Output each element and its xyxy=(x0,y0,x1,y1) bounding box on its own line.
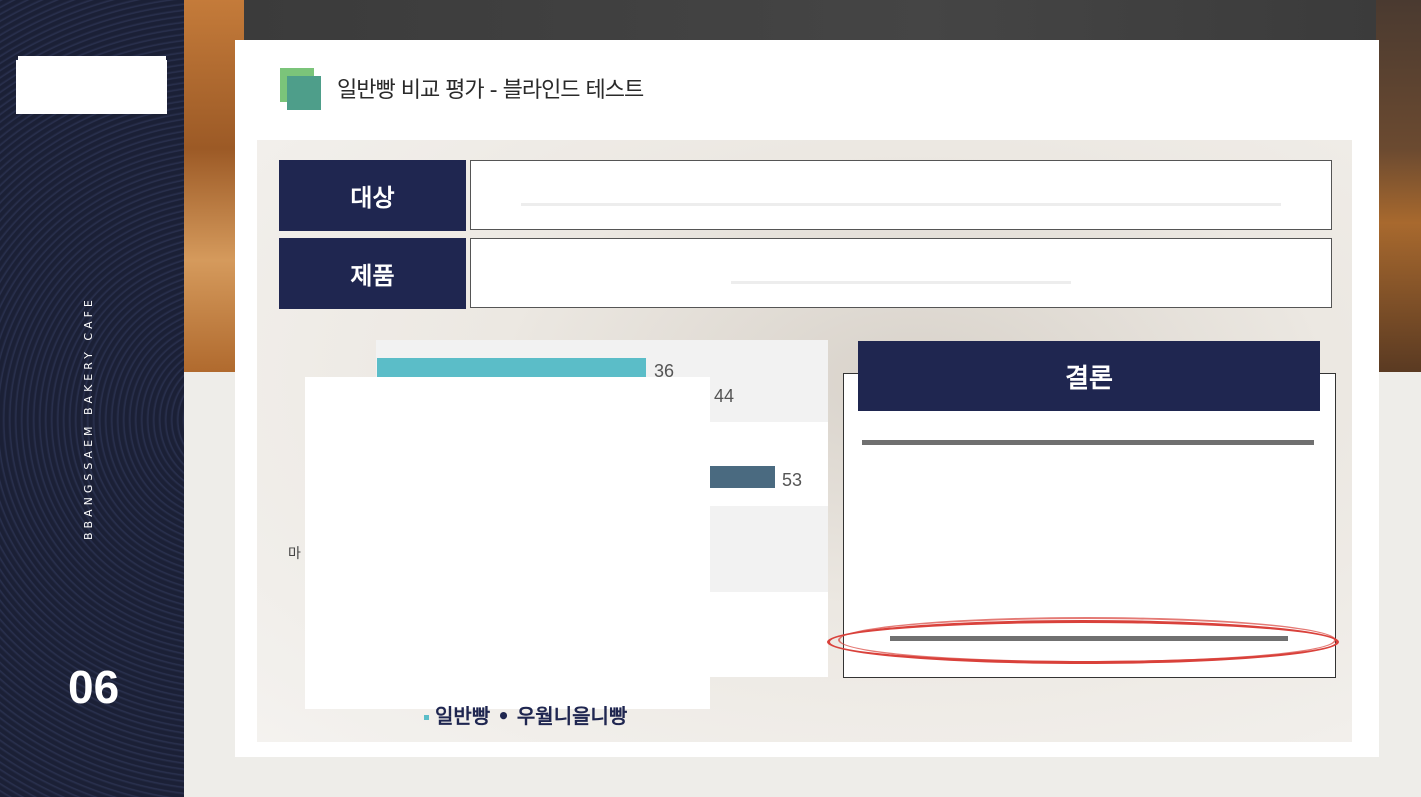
sidebar-title-redaction xyxy=(16,60,167,114)
bar-value-label: 53 xyxy=(782,470,803,490)
highlight-circle-stroke xyxy=(838,617,1336,663)
page-number: 06 xyxy=(68,661,120,713)
title-accent-square-teal xyxy=(287,76,321,110)
redaction-cover xyxy=(516,197,1296,209)
brand-vertical-text: BBANGSSAEM BAKERY CAFE xyxy=(82,296,95,540)
bread-photo-right xyxy=(1376,0,1421,372)
conclusion-text-residue xyxy=(862,440,1314,445)
slide-title: 일반빵 비교 평가 - 블라인드 테스트 xyxy=(337,78,644,103)
bar-value-label: 44 xyxy=(714,386,735,406)
row-label-product: 제품 xyxy=(279,238,466,309)
category-label-peek: 마 xyxy=(288,546,301,562)
row-value-target-redacted xyxy=(470,160,1332,230)
legend-swatch xyxy=(424,715,429,720)
chart-redaction xyxy=(305,377,710,709)
redaction-cover xyxy=(726,275,1086,287)
row-label-target: 대상 xyxy=(279,160,466,231)
conclusion-redaction xyxy=(858,455,1314,623)
chart-bar xyxy=(710,466,775,488)
chart-legend-peek: 일반빵 • 우월니을니빵 xyxy=(424,700,704,728)
legend-text: 일반빵 • 우월니을니빵 xyxy=(435,704,628,728)
sidebar: BBANGSSAEM BAKERY CAFE 06 xyxy=(0,0,184,797)
row-value-product-redacted xyxy=(470,238,1332,308)
conclusion-header: 결론 xyxy=(858,341,1320,411)
